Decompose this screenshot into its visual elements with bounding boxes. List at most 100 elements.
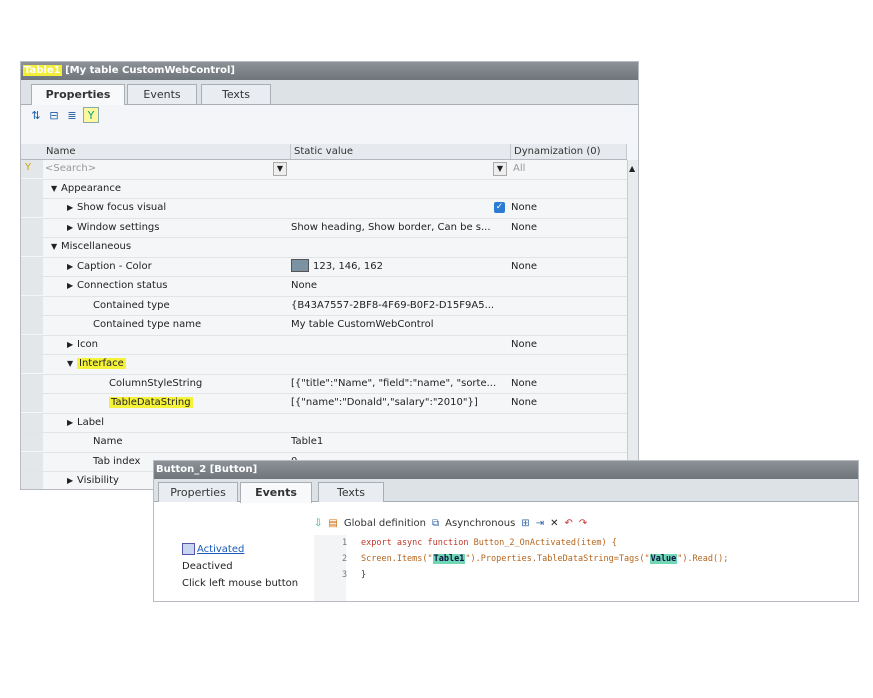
property-dynamization[interactable] (511, 180, 609, 198)
property-row[interactable]: ▼ Miscellaneous (21, 238, 627, 258)
insert-icon[interactable]: ⇥ (536, 518, 544, 529)
property-dynamization[interactable] (511, 316, 609, 334)
property-static-value[interactable]: [{"title":"Name", "field":"name", "sorte… (291, 375, 509, 393)
asynchronous-button[interactable]: Asynchronous (445, 518, 515, 529)
property-label: Miscellaneous (61, 241, 132, 252)
column-static-value-header[interactable]: Static value (291, 144, 511, 159)
property-static-value[interactable]: [{"name":"Donald","salary":"2010"}] (291, 394, 509, 412)
delete-icon[interactable]: ✕ (550, 518, 558, 529)
property-dynamization[interactable] (511, 355, 609, 373)
search-input[interactable]: <Search> (45, 161, 285, 176)
expand-icon[interactable]: ▶ (67, 472, 77, 489)
property-static-value[interactable] (291, 355, 509, 373)
value-filter-dropdown-icon[interactable]: ▼ (493, 162, 507, 176)
checkbox-checked-icon[interactable]: ✓ (494, 202, 505, 213)
property-label: Tab index (93, 455, 141, 467)
property-static-value[interactable]: My table CustomWebControl (291, 316, 509, 334)
collapse-icon[interactable]: ▼ (67, 355, 77, 373)
property-label: Contained type (93, 299, 170, 311)
property-static-value[interactable] (291, 336, 509, 354)
property-row[interactable]: Contained type name My table CustomWebCon… (21, 316, 627, 336)
event-script-icon (182, 543, 195, 555)
property-dynamization[interactable]: None (511, 219, 609, 237)
property-static-value[interactable] (291, 180, 509, 198)
code-line-3[interactable]: } (361, 570, 366, 580)
tab-texts[interactable]: Texts (318, 482, 384, 502)
property-static-value[interactable]: {B43A7557-2BF8-4F69-B0F2-D15F9A5... (291, 297, 509, 315)
redo-icon[interactable]: ↷ (579, 518, 587, 529)
vertical-scrollbar[interactable]: ▲ (627, 160, 638, 489)
event-activated[interactable]: Activated (182, 543, 244, 555)
color-swatch[interactable] (291, 259, 309, 272)
property-dynamization[interactable] (511, 297, 609, 315)
property-name: ▶ Window settings (21, 219, 289, 237)
dynamization-filter[interactable]: All (513, 160, 525, 178)
property-dynamization[interactable]: None (511, 258, 609, 276)
search-dropdown-icon[interactable]: ▼ (273, 162, 287, 176)
property-name: ▶ Icon (21, 336, 289, 354)
property-static-value[interactable]: 123, 146, 162 (291, 258, 509, 276)
property-row[interactable]: ▶ Show focus visual ✓ None (21, 199, 627, 219)
expand-icon[interactable]: ▶ (67, 258, 77, 276)
property-dynamization[interactable]: None (511, 199, 609, 217)
property-row[interactable]: ColumnStyleString [{"title":"Name", "fiel… (21, 374, 627, 394)
undo-icon[interactable]: ↶ (564, 518, 572, 529)
property-dynamization[interactable]: None (511, 336, 609, 354)
property-dynamization[interactable] (511, 238, 609, 256)
property-row[interactable]: ▶ Connection status None (21, 277, 627, 297)
property-row[interactable]: ▶ Caption - Color 123, 146, 162 None (21, 257, 627, 277)
property-static-value[interactable] (291, 414, 509, 432)
property-static-value[interactable]: None (291, 277, 509, 295)
global-definition-icon[interactable]: ▤ (328, 518, 337, 529)
global-definition-button[interactable]: Global definition (344, 518, 426, 529)
column-name-header[interactable]: Name (43, 144, 291, 159)
property-static-value[interactable]: Table1 (291, 433, 509, 451)
expand-icon[interactable]: ▶ (67, 336, 77, 354)
property-static-value[interactable]: ✓ (291, 199, 509, 217)
property-dynamization[interactable] (511, 433, 609, 451)
expand-icon[interactable]: ▶ (67, 199, 77, 217)
property-label: Window settings (77, 221, 160, 233)
property-row[interactable]: Name Table1 (21, 433, 627, 453)
script-settings-icon[interactable]: ⇩ (314, 518, 322, 529)
property-row[interactable]: Contained type {B43A7557-2BF8-4F69-B0F2-D… (21, 296, 627, 316)
tab-properties[interactable]: Properties (158, 482, 238, 502)
window-title: Button_2 [Button] (154, 461, 858, 479)
snippet-icon[interactable]: ⊞ (521, 518, 529, 529)
expand-icon[interactable]: ▶ (67, 414, 77, 432)
collapse-icon[interactable]: ▼ (51, 238, 61, 256)
property-row[interactable]: ▶ Icon None (21, 335, 627, 355)
collapse-icon[interactable]: ▼ (51, 180, 61, 198)
clear-filter-icon[interactable]: Y (25, 162, 31, 173)
property-static-value[interactable]: Show heading, Show border, Can be s... (291, 219, 509, 237)
property-row[interactable]: ▶ Label (21, 413, 627, 433)
property-dynamization[interactable] (511, 277, 609, 295)
code-line-1[interactable]: export async function Button_2_OnActivat… (361, 538, 617, 548)
property-dynamization[interactable]: None (511, 375, 609, 393)
tab-events[interactable]: Events (127, 84, 197, 104)
code-line-2[interactable]: Screen.Items("Table1").Properties.TableD… (361, 554, 728, 564)
event-click-left-mouse-button[interactable]: Click left mouse button (182, 578, 298, 589)
list-view-icon[interactable]: ≣ (65, 108, 79, 122)
property-dynamization[interactable]: None (511, 394, 609, 412)
sort-alphabetical-icon[interactable]: ⇅ (29, 108, 43, 122)
property-dynamization[interactable] (511, 414, 609, 432)
value-text: [{"name":"Donald","salary":"2010"}] (291, 397, 478, 408)
property-row[interactable]: ▼ Appearance (21, 179, 627, 199)
property-static-value[interactable] (291, 238, 509, 256)
asynchronous-icon[interactable]: ⧉ (432, 518, 439, 529)
group-view-icon[interactable]: ⊟ (47, 108, 61, 122)
scroll-up-icon[interactable]: ▲ (629, 164, 635, 173)
filter-icon[interactable]: Y (83, 107, 99, 123)
property-row[interactable]: ▼ Interface (21, 355, 627, 375)
expand-icon[interactable]: ▶ (67, 277, 77, 295)
tab-texts[interactable]: Texts (201, 84, 271, 104)
tab-properties[interactable]: Properties (31, 84, 125, 105)
property-row[interactable]: ▶ Window settings Show heading, Show borde… (21, 218, 627, 238)
column-dynamization-header[interactable]: Dynamization (0) (511, 144, 627, 159)
event-deactived[interactable]: Deactived (182, 561, 233, 572)
property-label: ColumnStyleString (109, 377, 203, 389)
tab-events[interactable]: Events (240, 482, 312, 503)
expand-icon[interactable]: ▶ (67, 219, 77, 237)
property-row[interactable]: TableDataString [{"name":"Donald","salary… (21, 394, 627, 414)
